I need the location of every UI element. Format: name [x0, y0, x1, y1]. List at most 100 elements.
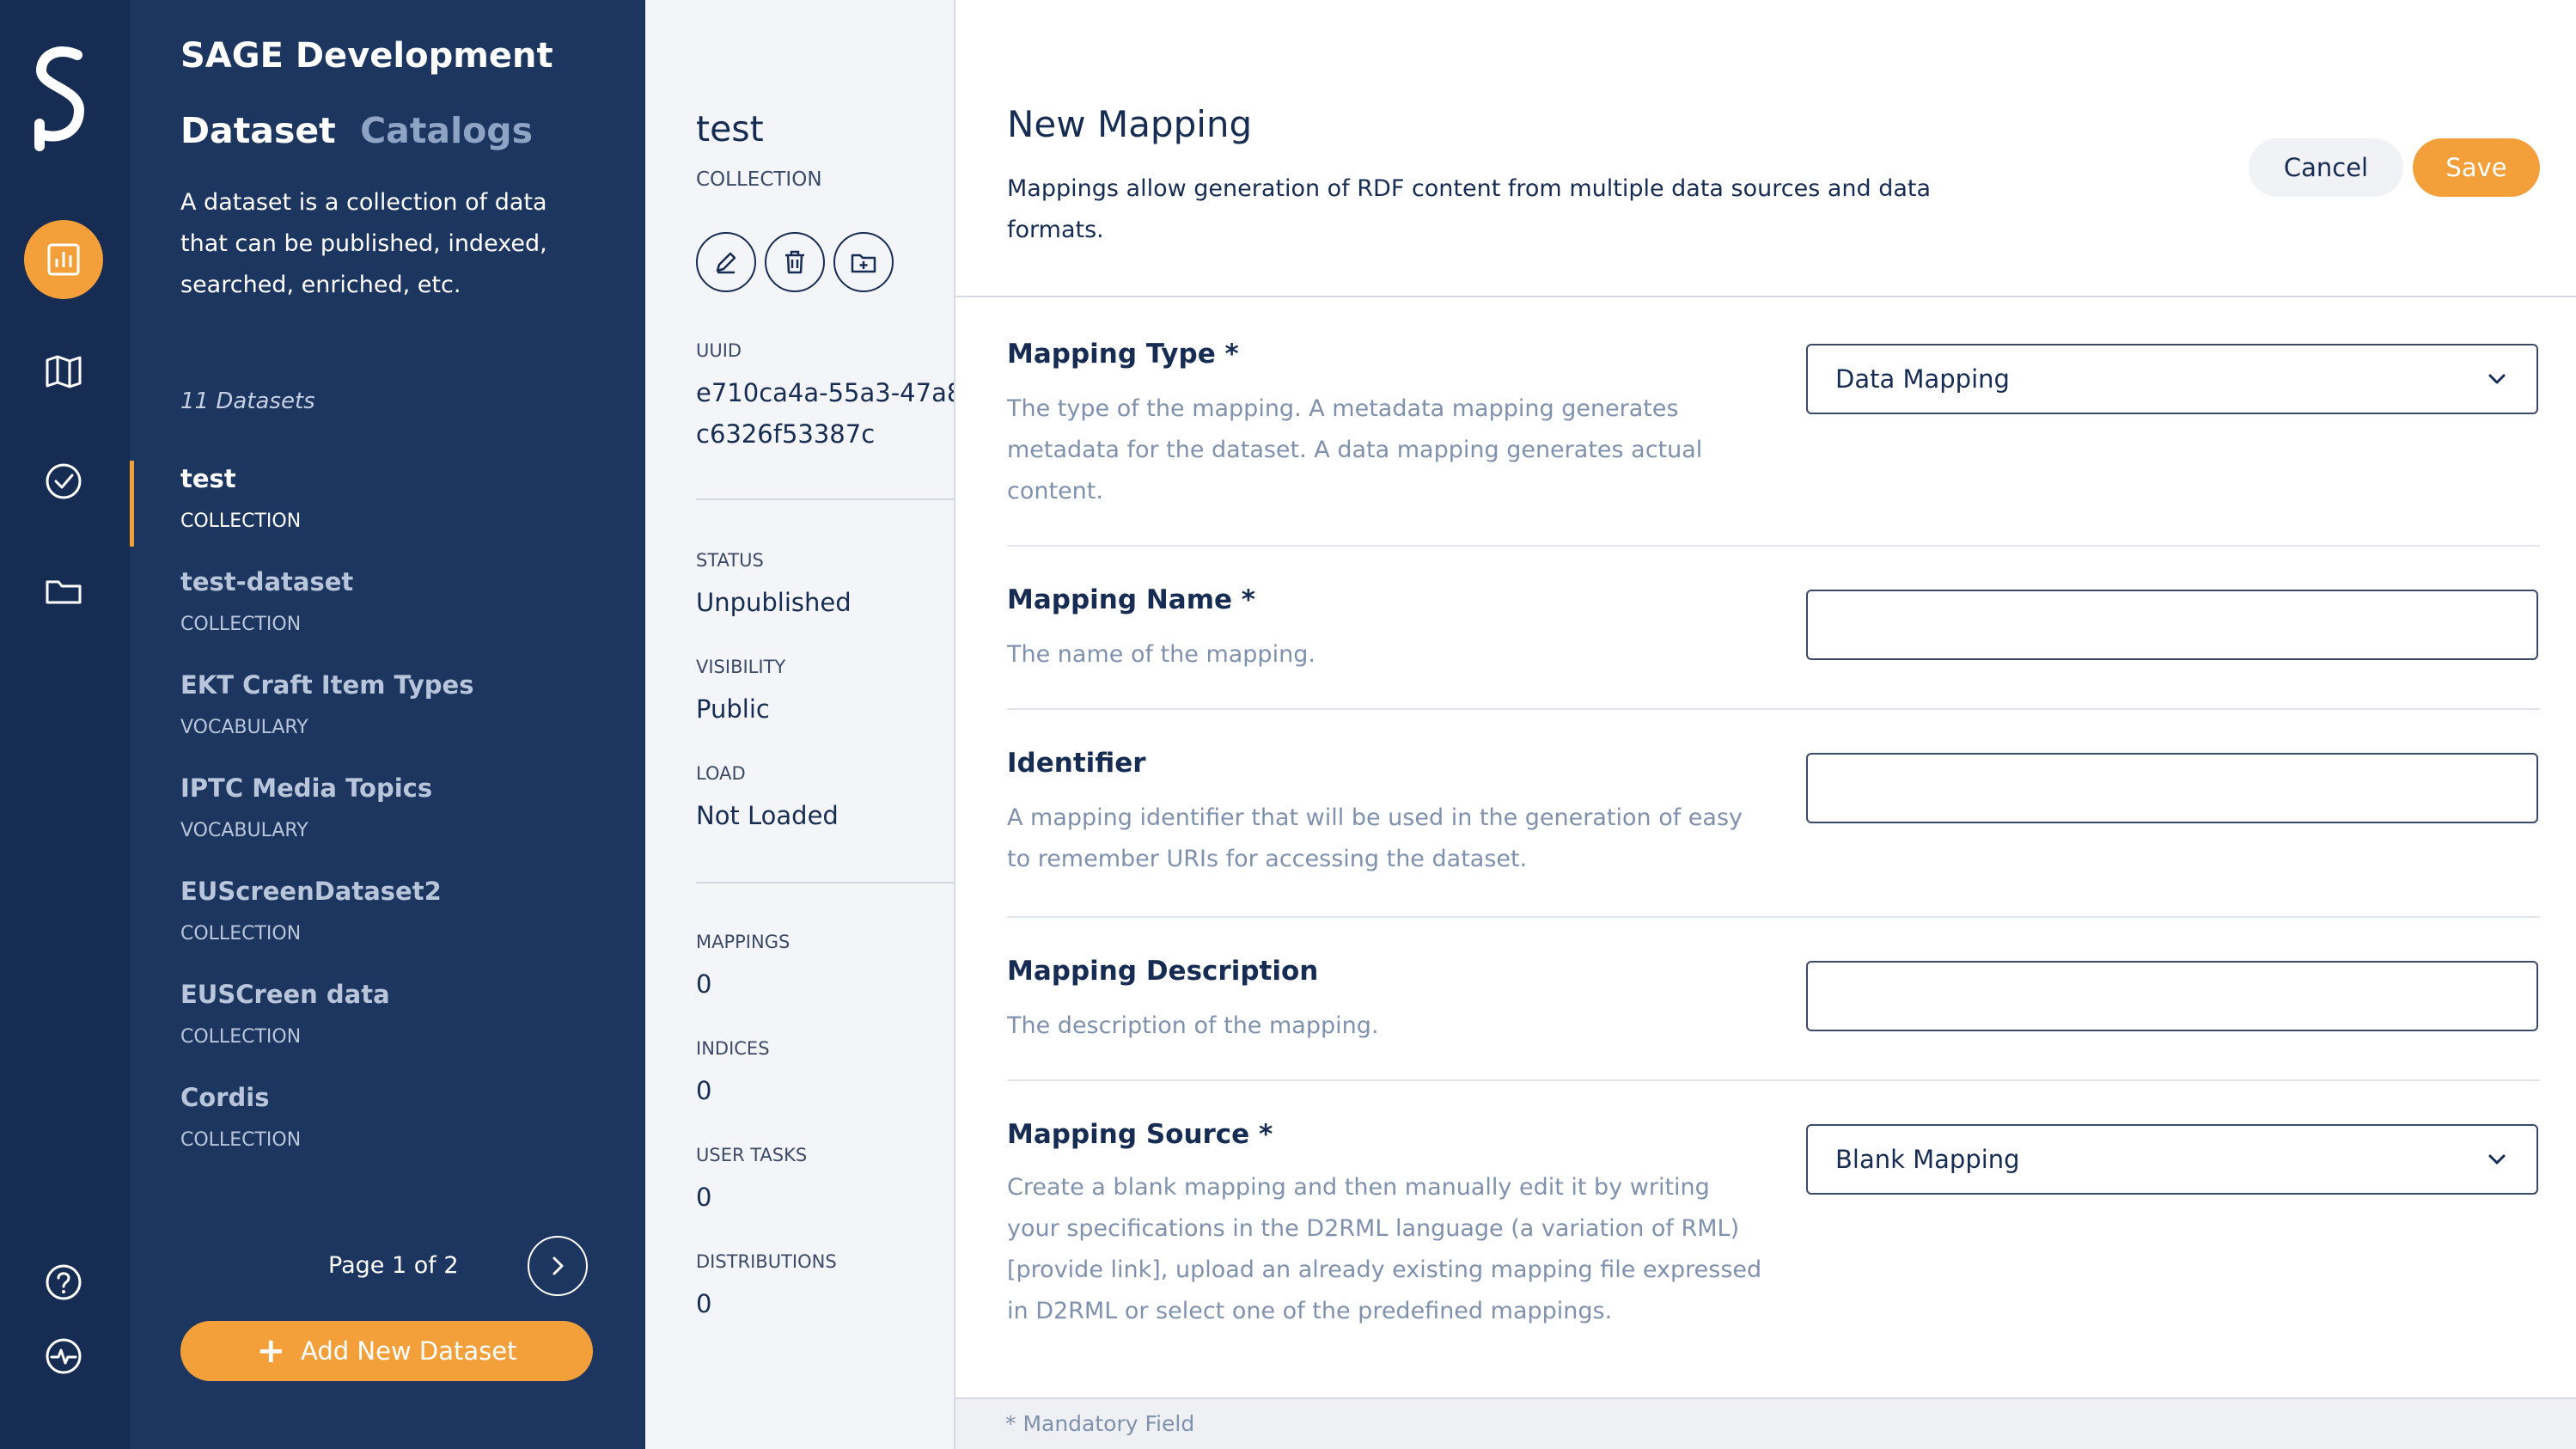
- visibility-label: VISIBILITY: [696, 657, 786, 677]
- dataset-item-cordis[interactable]: Cordis COLLECTION: [180, 1083, 610, 1151]
- modal-footer: * Mandatory Field: [955, 1397, 2576, 1449]
- load-label: LOAD: [696, 763, 746, 784]
- cancel-button[interactable]: Cancel: [2249, 138, 2403, 197]
- mapping-source-help: Create a blank mapping and then manually…: [1007, 1174, 1762, 1324]
- mapping-source-value: Blank Mapping: [1835, 1145, 2020, 1174]
- dataset-type: COLLECTION: [180, 1026, 302, 1048]
- dataset-name: EUScreenDataset2: [180, 877, 442, 906]
- mapping-source-select[interactable]: Blank Mapping: [1806, 1124, 2538, 1195]
- tab-dataset[interactable]: Dataset: [180, 110, 336, 151]
- next-page-button[interactable]: [528, 1236, 588, 1296]
- user-tasks-label: USER TASKS: [696, 1145, 808, 1165]
- divider: [696, 498, 954, 500]
- dataset-item-test[interactable]: test COLLECTION: [180, 464, 610, 532]
- add-dataset-label: Add New Dataset: [301, 1336, 517, 1366]
- dataset-name: IPTC Media Topics: [180, 773, 433, 803]
- divider: [696, 882, 954, 883]
- mapping-type-select[interactable]: Data Mapping: [1806, 344, 2538, 414]
- mapping-type-label: Mapping Type *: [1007, 339, 1239, 370]
- pencil-icon: [716, 252, 736, 274]
- sidebar-tabs: Dataset Catalogs: [180, 110, 533, 151]
- dataset-type: COLLECTION: [180, 923, 302, 945]
- nav-help-button[interactable]: [24, 1243, 103, 1322]
- edit-button[interactable]: [696, 232, 756, 292]
- dataset-item-iptc[interactable]: IPTC Media Topics VOCABULARY: [180, 773, 610, 841]
- detail-actions: [696, 232, 894, 292]
- active-indicator: [130, 461, 134, 547]
- uuid-label: UUID: [696, 340, 742, 361]
- distributions-label: DISTRIBUTIONS: [696, 1251, 837, 1272]
- dataset-icon: [47, 243, 80, 276]
- chevron-down-icon: [2488, 1154, 2506, 1165]
- nav-datasets-button[interactable]: [24, 220, 103, 299]
- modal-title: New Mapping: [1007, 103, 1253, 145]
- mapping-name-input[interactable]: [1806, 590, 2538, 660]
- mapping-name-help: The name of the mapping.: [1007, 641, 1315, 668]
- mappings-label: MAPPINGS: [696, 932, 791, 952]
- dataset-type: VOCABULARY: [180, 717, 308, 738]
- field-divider: [1007, 545, 2540, 547]
- folder-plus-icon: [851, 254, 876, 273]
- dataset-name: test-dataset: [180, 567, 354, 596]
- mapping-type-help: The type of the mapping. A metadata mapp…: [1007, 395, 1703, 504]
- nav-activity-button[interactable]: [24, 1317, 103, 1396]
- dataset-type: VOCABULARY: [180, 820, 308, 841]
- dataset-item-ekt-craft[interactable]: EKT Craft Item Types VOCABULARY: [180, 670, 610, 738]
- nav-folder-button[interactable]: [24, 552, 103, 631]
- mappings-value: 0: [696, 969, 712, 999]
- dataset-type: COLLECTION: [180, 1129, 302, 1151]
- detail-subtitle: COLLECTION: [696, 168, 822, 191]
- detail-title: test: [696, 108, 764, 150]
- tab-catalogs[interactable]: Catalogs: [360, 110, 533, 151]
- dataset-name: Cordis: [180, 1083, 270, 1112]
- indices-value: 0: [696, 1076, 712, 1105]
- nav-map-button[interactable]: [24, 332, 103, 411]
- dataset-item-euscreen2[interactable]: EUScreenDataset2 COLLECTION: [180, 877, 610, 945]
- mandatory-field-note: * Mandatory Field: [1005, 1411, 1195, 1436]
- dataset-count: 11 Datasets: [180, 388, 315, 414]
- mapping-name-label: Mapping Name *: [1007, 584, 1256, 615]
- dataset-name: test: [180, 464, 236, 493]
- check-circle-icon: [46, 463, 82, 499]
- sidebar-description: A dataset is a collection of data that c…: [180, 189, 547, 298]
- field-divider: [1007, 916, 2540, 918]
- activity-icon: [46, 1338, 82, 1374]
- dataset-item-test-dataset[interactable]: test-dataset COLLECTION: [180, 567, 610, 635]
- visibility-value: Public: [696, 694, 770, 724]
- mapping-description-help: The description of the mapping.: [1007, 1012, 1379, 1039]
- field-divider: [1007, 1079, 2540, 1081]
- dataset-sidebar: SAGE Development Dataset Catalogs A data…: [130, 0, 645, 1449]
- help-icon: [46, 1264, 82, 1300]
- distributions-value: 0: [696, 1289, 712, 1318]
- dataset-item-euscreen-data[interactable]: EUSCreen data COLLECTION: [180, 980, 610, 1048]
- load-value: Not Loaded: [696, 801, 839, 830]
- save-button[interactable]: Save: [2413, 138, 2540, 197]
- new-mapping-modal: New Mapping Mappings allow generation of…: [954, 0, 2576, 1449]
- chevron-right-icon: [552, 1256, 564, 1275]
- sage-logo-icon[interactable]: [29, 45, 91, 151]
- folder-icon: [46, 580, 82, 604]
- identifier-help: A mapping identifier that will be used i…: [1007, 804, 1743, 872]
- uuid-value-line2: c6326f53387c: [696, 419, 876, 449]
- uuid-value-line1: e710ca4a-55a3-47a8: [696, 378, 954, 407]
- dataset-type: COLLECTION: [180, 511, 302, 532]
- status-label: STATUS: [696, 550, 764, 571]
- trash-icon: [785, 250, 804, 274]
- indices-label: INDICES: [696, 1038, 770, 1059]
- mapping-description-label: Mapping Description: [1007, 956, 1319, 987]
- map-icon: [46, 355, 82, 388]
- identifier-input[interactable]: [1806, 753, 2538, 823]
- status-value: Unpublished: [696, 588, 852, 617]
- field-divider: [1007, 708, 2540, 710]
- dataset-type: COLLECTION: [180, 614, 302, 635]
- nav-tasks-button[interactable]: [24, 442, 103, 521]
- mapping-description-input[interactable]: [1806, 961, 2538, 1031]
- delete-button[interactable]: [765, 232, 825, 292]
- mapping-type-value: Data Mapping: [1835, 364, 2010, 394]
- dataset-detail-panel: test COLLECTION UUID e710ca4a-55a3-47a8 …: [645, 0, 954, 1449]
- add-to-folder-button[interactable]: [833, 232, 894, 292]
- add-dataset-button[interactable]: + Add New Dataset: [180, 1321, 593, 1381]
- modal-description: Mappings allow generation of RDF content…: [1007, 175, 1932, 243]
- user-tasks-value: 0: [696, 1183, 712, 1212]
- plus-icon: +: [256, 1331, 286, 1371]
